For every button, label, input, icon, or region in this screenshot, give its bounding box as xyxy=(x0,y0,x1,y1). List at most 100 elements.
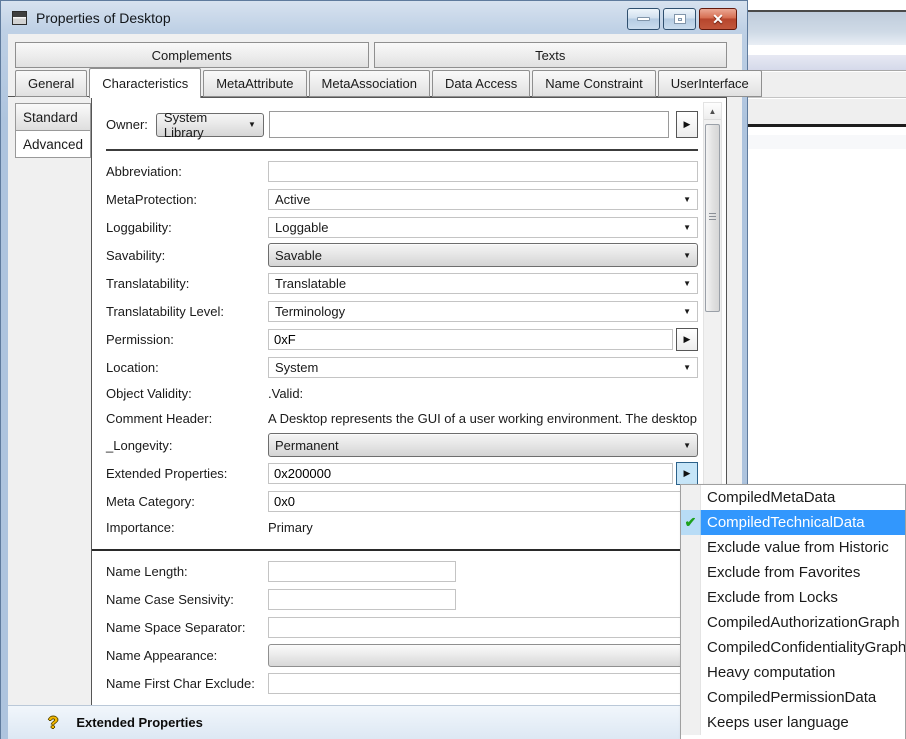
chevron-down-icon: ▼ xyxy=(683,363,691,372)
field-row-loggability: Loggability: Loggable ▼ xyxy=(106,213,698,241)
tab-name-constraint[interactable]: Name Constraint xyxy=(532,70,656,97)
field-row-name-case-sensivity: Name Case Sensivity: xyxy=(106,585,698,613)
importance-value: Primary xyxy=(268,520,698,535)
field-row-metaprotection: MetaProtection: Active ▼ xyxy=(106,185,698,213)
owner-path-field[interactable] xyxy=(269,111,669,138)
separator-line xyxy=(92,549,698,551)
scrollbar-thumb[interactable] xyxy=(705,124,720,312)
title-bar[interactable]: Properties of Desktop ✕ xyxy=(1,1,747,34)
tab-texts[interactable]: Texts xyxy=(374,42,728,68)
owner-label: Owner: xyxy=(106,117,148,132)
field-row-permission: Permission: ▶ xyxy=(106,325,698,353)
tab-userinterface[interactable]: UserInterface xyxy=(658,70,762,97)
menu-item-heavy-computation[interactable]: Heavy computation xyxy=(681,660,905,685)
more-arrow-icon: ▶ xyxy=(684,468,691,479)
properties-form: Owner: System Library ▼ ▶ Abbreviation: … xyxy=(106,98,698,697)
metaprotection-combo[interactable]: Active ▼ xyxy=(268,189,698,210)
menu-item-compiledtechnicaldata[interactable]: ✔ CompiledTechnicalData xyxy=(681,510,905,535)
field-row-object-validity: Object Validity: .Valid: xyxy=(106,381,698,406)
owner-combo[interactable]: System Library ▼ xyxy=(156,113,264,137)
object-validity-value: .Valid: xyxy=(268,386,698,401)
name-case-sensivity-input[interactable] xyxy=(268,589,456,610)
menu-item-compiledmetadata[interactable]: CompiledMetaData xyxy=(681,485,905,510)
background-titlebar-band xyxy=(748,12,906,45)
field-row-importance: Importance: Primary xyxy=(106,515,698,540)
field-row-longevity: _Longevity: Permanent ▼ xyxy=(106,431,698,459)
background-dark-divider xyxy=(748,124,906,127)
menu-item-exclude-value-from-historic[interactable]: Exclude value from Historic xyxy=(681,535,905,560)
savability-combo[interactable]: Savable ▼ xyxy=(268,243,698,267)
name-first-char-exclude-input[interactable] xyxy=(268,673,698,694)
scroll-up-icon: ▲ xyxy=(709,107,717,116)
extended-properties-menu: CompiledMetaData ✔ CompiledTechnicalData… xyxy=(680,484,906,739)
side-tab-advanced[interactable]: Advanced xyxy=(15,130,91,158)
restore-button[interactable] xyxy=(663,8,696,30)
side-tab-standard[interactable]: Standard xyxy=(15,103,91,131)
extended-properties-more-button[interactable]: ▶ xyxy=(676,462,698,485)
menu-item-compiledpermissiondata[interactable]: CompiledPermissionData xyxy=(681,685,905,710)
extended-properties-input[interactable] xyxy=(268,463,673,484)
tab-characteristics[interactable]: Characteristics xyxy=(89,68,201,98)
restore-icon xyxy=(674,14,686,24)
menu-item-compiledauthorizationgraph[interactable]: CompiledAuthorizationGraph xyxy=(681,610,905,635)
field-row-meta-category: Meta Category: xyxy=(106,487,698,515)
status-label: Extended Properties xyxy=(76,715,202,730)
field-row-name-space-separator: Name Space Separator: xyxy=(106,613,698,641)
field-row-name-first-char-exclude: Name First Char Exclude: xyxy=(106,669,698,697)
minimize-button[interactable] xyxy=(627,8,660,30)
field-row-location: Location: System ▼ xyxy=(106,353,698,381)
menu-item-exclude-from-locks[interactable]: Exclude from Locks xyxy=(681,585,905,610)
translatability-combo[interactable]: Translatable ▼ xyxy=(268,273,698,294)
menu-item-compiledconfidentialitygraph[interactable]: CompiledConfidentialityGraph xyxy=(681,635,905,660)
menu-item-exclude-from-favorites[interactable]: Exclude from Favorites xyxy=(681,560,905,585)
chevron-down-icon: ▼ xyxy=(683,195,691,204)
longevity-combo[interactable]: Permanent ▼ xyxy=(268,433,698,457)
permission-more-button[interactable]: ▶ xyxy=(676,328,698,351)
window-title: Properties of Desktop xyxy=(36,10,171,26)
owner-combo-value: System Library xyxy=(164,110,248,140)
comment-header-value: A Desktop represents the GUI of a user w… xyxy=(268,411,698,426)
menu-item-keeps-user-language[interactable]: Keeps user language xyxy=(681,710,905,735)
tab-metaattribute[interactable]: MetaAttribute xyxy=(203,70,306,97)
characteristics-panel: Owner: System Library ▼ ▶ Abbreviation: … xyxy=(91,97,727,706)
field-row-translatability: Translatability: Translatable ▼ xyxy=(106,269,698,297)
window-icon xyxy=(12,11,27,25)
meta-category-input[interactable] xyxy=(268,491,698,512)
background-soft-band xyxy=(748,135,906,149)
field-row-abbreviation: Abbreviation: xyxy=(106,157,698,185)
close-button[interactable]: ✕ xyxy=(699,8,737,30)
name-appearance-button[interactable] xyxy=(268,644,698,667)
translatability-level-combo[interactable]: Terminology ▼ xyxy=(268,301,698,322)
more-arrow-icon: ▶ xyxy=(684,334,691,345)
background-header-band-2 xyxy=(748,99,906,124)
separator-line xyxy=(106,149,698,151)
status-bar: ? Extended Properties xyxy=(8,705,742,739)
field-row-name-appearance: Name Appearance: xyxy=(106,641,698,669)
field-row-name-length: Name Length: xyxy=(106,557,698,585)
name-length-input[interactable] xyxy=(268,561,456,582)
tab-general[interactable]: General xyxy=(15,70,87,97)
tab-complements[interactable]: Complements xyxy=(15,42,369,68)
permission-input[interactable] xyxy=(268,329,673,350)
more-arrow-icon: ▶ xyxy=(684,119,691,130)
tab-metaassociation[interactable]: MetaAssociation xyxy=(309,70,430,97)
field-row-savability: Savability: Savable ▼ xyxy=(106,241,698,269)
main-tab-strip: General Characteristics MetaAttribute Me… xyxy=(15,68,764,97)
scrollbar-grip-icon xyxy=(709,213,716,222)
minimize-icon xyxy=(637,17,650,21)
owner-row: Owner: System Library ▼ ▶ xyxy=(106,111,698,138)
chevron-down-icon: ▼ xyxy=(683,223,691,232)
owner-more-button[interactable]: ▶ xyxy=(676,111,698,138)
check-icon: ✔ xyxy=(685,514,697,531)
location-combo[interactable]: System ▼ xyxy=(268,357,698,378)
chevron-down-icon: ▼ xyxy=(683,307,691,316)
chevron-down-icon: ▼ xyxy=(683,279,691,288)
abbreviation-input[interactable] xyxy=(268,161,698,182)
loggability-combo[interactable]: Loggable ▼ xyxy=(268,217,698,238)
tab-data-access[interactable]: Data Access xyxy=(432,70,530,97)
side-tab-strip: Standard Advanced xyxy=(15,104,91,158)
window-controls: ✕ xyxy=(627,8,737,30)
name-space-separator-input[interactable] xyxy=(268,617,698,638)
field-row-comment-header: Comment Header: A Desktop represents the… xyxy=(106,406,698,431)
scroll-up-button[interactable]: ▲ xyxy=(704,103,721,120)
